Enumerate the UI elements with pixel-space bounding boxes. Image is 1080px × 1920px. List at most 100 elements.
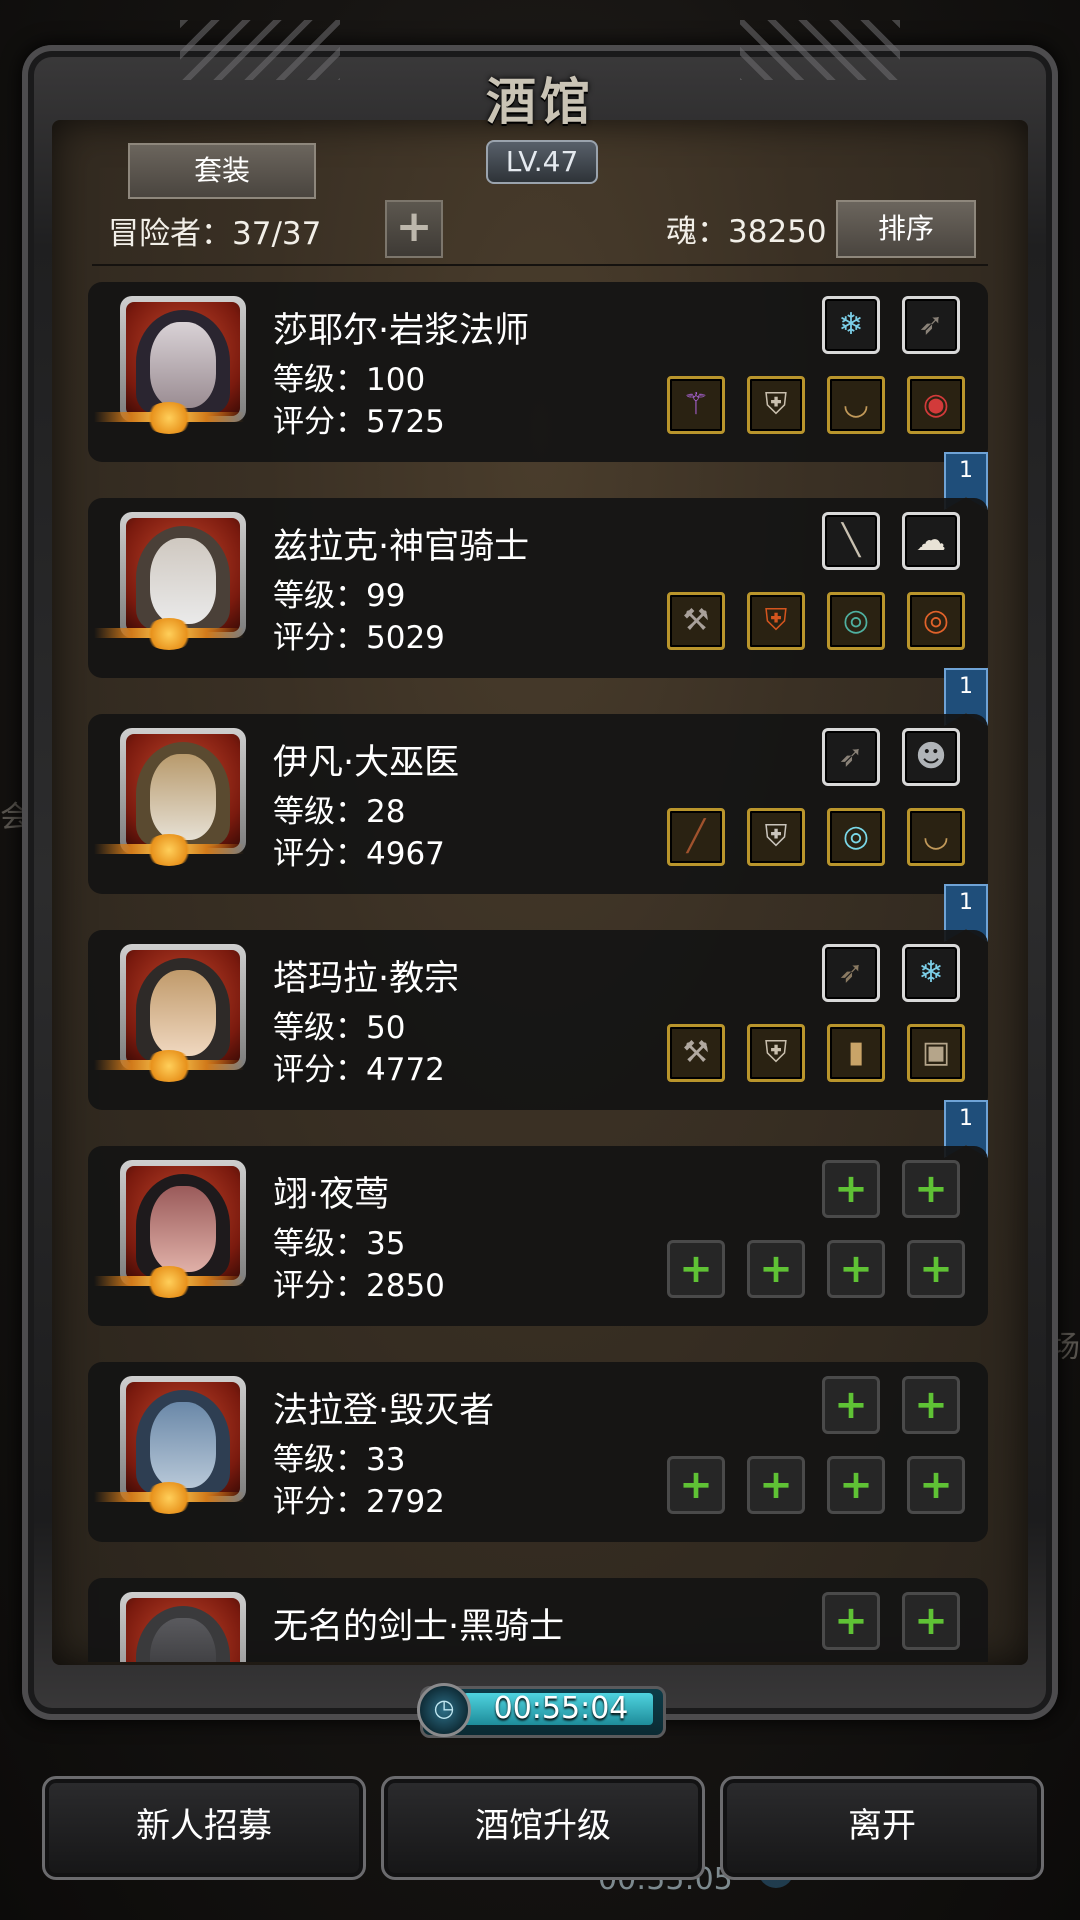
- leave-button[interactable]: 离开: [720, 1776, 1044, 1880]
- hero-row[interactable]: 伊凡·大巫医 等级：28 评分：4967 ➶ ☻ ╱ ⛨ ◎ ◡: [88, 714, 988, 894]
- frame-ornament-right: [740, 20, 900, 80]
- necklace-slot[interactable]: ◡: [907, 808, 965, 866]
- add-capacity-button[interactable]: +: [385, 200, 443, 258]
- armor-slot[interactable]: ⛨: [747, 808, 805, 866]
- hero-portrait[interactable]: [120, 728, 246, 854]
- add-equipment-icon: +: [834, 1166, 868, 1212]
- armor-slot[interactable]: ⛨: [747, 1024, 805, 1082]
- hero-row[interactable]: 兹拉克·神官骑士 等级：99 评分：5029 ╲ ☁ ⚒ ⛨ ◎ ◎: [88, 498, 988, 678]
- hero-portrait[interactable]: [120, 512, 246, 638]
- ring-icon: ◎: [922, 603, 950, 638]
- moon-icon: [144, 1266, 194, 1298]
- recruit-button[interactable]: 新人招募: [42, 1776, 366, 1880]
- book-slot[interactable]: ▣: [907, 1024, 965, 1082]
- weapon-slot[interactable]: ⚒: [667, 1024, 725, 1082]
- hero-portrait[interactable]: [120, 1376, 246, 1502]
- lava-armor-icon: ⛨: [764, 603, 788, 638]
- empty-slot[interactable]: +: [822, 1376, 880, 1434]
- empty-slot[interactable]: +: [822, 1160, 880, 1218]
- armor-icon: ⛨: [764, 1035, 788, 1070]
- bone-icon: ╲: [841, 523, 861, 558]
- empty-slot[interactable]: +: [747, 1240, 805, 1298]
- hero-score: 评分：2792: [273, 1484, 445, 1520]
- empty-slot[interactable]: +: [902, 1592, 960, 1650]
- amulet-slot[interactable]: ◉: [907, 376, 965, 434]
- weapon-slot[interactable]: ⚒: [667, 592, 725, 650]
- hero-level: 等级：50: [273, 1010, 406, 1046]
- axe-icon: ⚒: [682, 1035, 710, 1070]
- hero-name: 伊凡·大巫医: [273, 743, 460, 783]
- hero-level: 等级：28: [273, 794, 406, 830]
- scroll-slot[interactable]: ▮: [827, 1024, 885, 1082]
- relic-slot[interactable]: ➶: [822, 728, 880, 786]
- page-title: 酒馆: [486, 72, 594, 131]
- ring-slot[interactable]: ◎: [827, 592, 885, 650]
- hero-row[interactable]: 法拉登·毁灭者 等级：33 评分：2792 + + + + + +: [88, 1362, 988, 1542]
- moon-icon: [144, 402, 194, 434]
- hero-portrait[interactable]: [120, 1160, 246, 1286]
- empty-slot[interactable]: +: [667, 1456, 725, 1514]
- hero-row[interactable]: 塔玛拉·教宗 等级：50 评分：4772 ➶ ❄ ⚒ ⛨ ▮ ▣: [88, 930, 988, 1110]
- empty-slot[interactable]: +: [667, 1240, 725, 1298]
- hero-score: 评分：2850: [273, 1268, 445, 1304]
- ring-icon: ◎: [842, 819, 870, 854]
- add-equipment-icon: +: [679, 1462, 713, 1508]
- hero-list[interactable]: 莎耶尔·岩浆法师 等级：100 评分：5725 ❄ ➶ ⚚ ⛨ ◡ ◉ 1 兹拉…: [88, 282, 988, 1662]
- relic-slot[interactable]: ➶: [902, 296, 960, 354]
- empty-slot[interactable]: +: [902, 1160, 960, 1218]
- hero-row[interactable]: 莎耶尔·岩浆法师 等级：100 评分：5725 ❄ ➶ ⚚ ⛨ ◡ ◉: [88, 282, 988, 462]
- title-plate: 酒馆: [440, 62, 640, 142]
- hero-row[interactable]: 无名的剑士·黑骑士 + +: [88, 1578, 988, 1662]
- frame-ornament-left: [180, 20, 340, 80]
- ring-slot[interactable]: ◎: [827, 808, 885, 866]
- weapon-slot[interactable]: ⚚: [667, 376, 725, 434]
- mask-slot[interactable]: ☻: [902, 728, 960, 786]
- armor-icon: ⛨: [764, 819, 788, 854]
- gem-slot[interactable]: ☁: [902, 512, 960, 570]
- sort-button[interactable]: 排序: [836, 200, 976, 258]
- equipment-set-button[interactable]: 套装: [128, 143, 316, 199]
- empty-slot[interactable]: +: [747, 1456, 805, 1514]
- add-equipment-icon: +: [919, 1462, 953, 1508]
- add-equipment-icon: +: [759, 1246, 793, 1292]
- tavern-level-badge: LV.47: [486, 140, 598, 184]
- hero-portrait[interactable]: [120, 296, 246, 422]
- add-equipment-icon: +: [759, 1462, 793, 1508]
- empty-slot[interactable]: +: [827, 1240, 885, 1298]
- weapon-slot[interactable]: ╱: [667, 808, 725, 866]
- crystal-icon: ❄: [838, 307, 864, 342]
- mask-icon: ☻: [915, 739, 947, 774]
- gem-slot[interactable]: ❄: [902, 944, 960, 1002]
- moon-icon: [144, 1482, 194, 1514]
- hero-portrait[interactable]: [120, 1592, 246, 1662]
- ring-slot[interactable]: ◎: [907, 592, 965, 650]
- moon-icon: [144, 618, 194, 650]
- feather-icon: ➶: [918, 307, 944, 342]
- relic-slot[interactable]: ╲: [822, 512, 880, 570]
- gem-slot[interactable]: ❄: [822, 296, 880, 354]
- empty-slot[interactable]: +: [822, 1592, 880, 1650]
- timer-text: 00:55:04: [493, 1691, 629, 1726]
- empty-slot[interactable]: +: [907, 1456, 965, 1514]
- necklace-slot[interactable]: ◡: [827, 376, 885, 434]
- feather-icon: ➶: [838, 739, 864, 774]
- armor-slot[interactable]: ⛨: [747, 376, 805, 434]
- divider: [92, 264, 988, 266]
- crystal-icon: ❄: [918, 955, 944, 990]
- hero-portrait[interactable]: [120, 944, 246, 1070]
- empty-slot[interactable]: +: [902, 1376, 960, 1434]
- relic-slot[interactable]: ➶: [822, 944, 880, 1002]
- refresh-timer: 00:55:04 ◷: [417, 1683, 666, 1738]
- spear-icon: ╱: [686, 819, 706, 854]
- hero-level: 等级：99: [273, 578, 406, 614]
- add-equipment-icon: +: [839, 1246, 873, 1292]
- hero-row[interactable]: 翊·夜莺 等级：35 评分：2850 + + + + + +: [88, 1146, 988, 1326]
- armor-slot[interactable]: ⛨: [747, 592, 805, 650]
- upgrade-tavern-button[interactable]: 酒馆升级: [381, 1776, 705, 1880]
- hero-score: 评分：5029: [273, 620, 445, 656]
- add-equipment-icon: +: [834, 1382, 868, 1428]
- hero-score: 评分：4967: [273, 836, 445, 872]
- empty-slot[interactable]: +: [827, 1456, 885, 1514]
- moon-icon: [144, 1050, 194, 1082]
- empty-slot[interactable]: +: [907, 1240, 965, 1298]
